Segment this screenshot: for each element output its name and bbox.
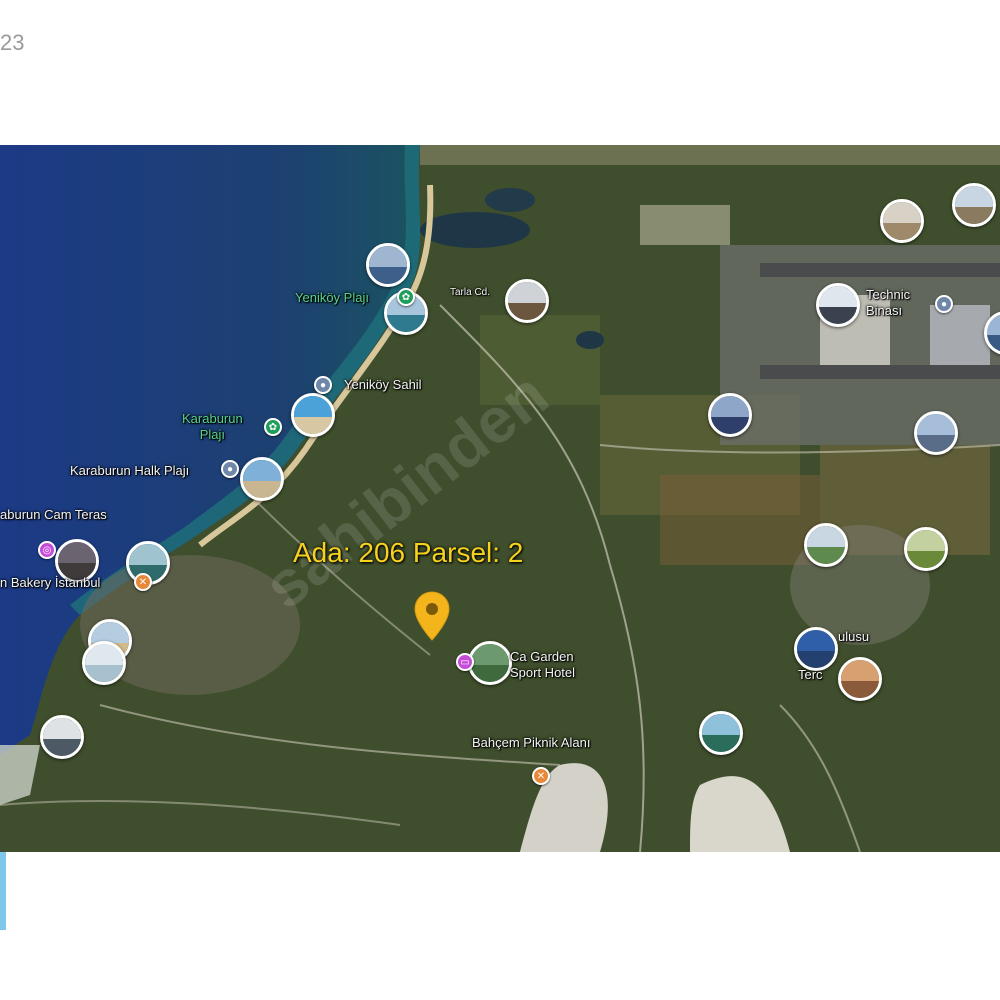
left-edge-strip [0, 852, 6, 930]
corner-text: 23 [0, 30, 25, 55]
label-right-1: ulusu [838, 629, 870, 644]
label-karaburun-halk-plaji: Karaburun Halk Plajı [70, 463, 190, 478]
photo-thumbnail-icon[interactable] [468, 641, 512, 685]
poi-icon[interactable]: ▭ [456, 653, 474, 671]
photo-thumbnail-icon[interactable] [366, 243, 410, 287]
satellite-map[interactable]: sahibinden ✿ ● ✿ ● ◎ ✕ ▭ ✕ ● Yeniköy Pla… [0, 145, 1000, 852]
label-bakery: n Bakery İstanbul [0, 575, 101, 590]
poi-icon[interactable]: ✕ [532, 767, 550, 785]
photo-thumbnail-icon[interactable] [505, 279, 549, 323]
photo-thumbnail-icon[interactable] [880, 199, 924, 243]
photo-thumbnail-icon[interactable] [984, 311, 1000, 355]
photo-thumbnail-icon[interactable] [240, 457, 284, 501]
label-right-2: Terc [798, 667, 823, 682]
label-karaburun-cam-teras: aburun Cam Teras [0, 507, 107, 522]
poi-icon[interactable]: ◎ [38, 541, 56, 559]
poi-icon[interactable]: ✕ [134, 573, 152, 591]
photo-thumbnail-icon[interactable] [794, 627, 838, 671]
poi-icon[interactable]: ● [221, 460, 239, 478]
photo-thumbnail-icon[interactable] [804, 523, 848, 567]
photo-thumbnail-icon[interactable] [952, 183, 996, 227]
photo-thumbnail-icon[interactable] [708, 393, 752, 437]
map-pin-icon[interactable] [413, 590, 451, 642]
label-road: Tarla Cd. [450, 287, 491, 298]
photo-thumbnail-icon[interactable] [40, 715, 84, 759]
poi-icon[interactable]: ● [935, 295, 953, 313]
poi-icon[interactable]: ● [314, 376, 332, 394]
photo-thumbnail-icon[interactable] [838, 657, 882, 701]
photo-thumbnail-icon[interactable] [291, 393, 335, 437]
label-bahcem-piknik: Bahçem Piknik Alanı [472, 735, 591, 750]
poi-icon[interactable]: ✿ [397, 288, 415, 306]
parcel-label: Ada: 206 Parsel: 2 [293, 537, 524, 568]
label-karaburun-plaji: Karaburun Plajı [182, 411, 243, 442]
photo-thumbnail-icon[interactable] [914, 411, 958, 455]
photo-thumbnail-icon[interactable] [82, 641, 126, 685]
label-yenikoy-plaji: Yeniköy Plajı [295, 290, 369, 305]
photo-thumbnail-icon[interactable] [904, 527, 948, 571]
label-garden-hotel: Ca Garden Sport Hotel [510, 649, 576, 680]
poi-icon[interactable]: ✿ [264, 418, 282, 436]
photo-thumbnail-icon[interactable] [699, 711, 743, 755]
photo-thumbnail-icon[interactable] [816, 283, 860, 327]
label-technic: Technic Binası [866, 287, 911, 318]
label-yenikoy-sahil: Yeniköy Sahil [344, 377, 422, 392]
